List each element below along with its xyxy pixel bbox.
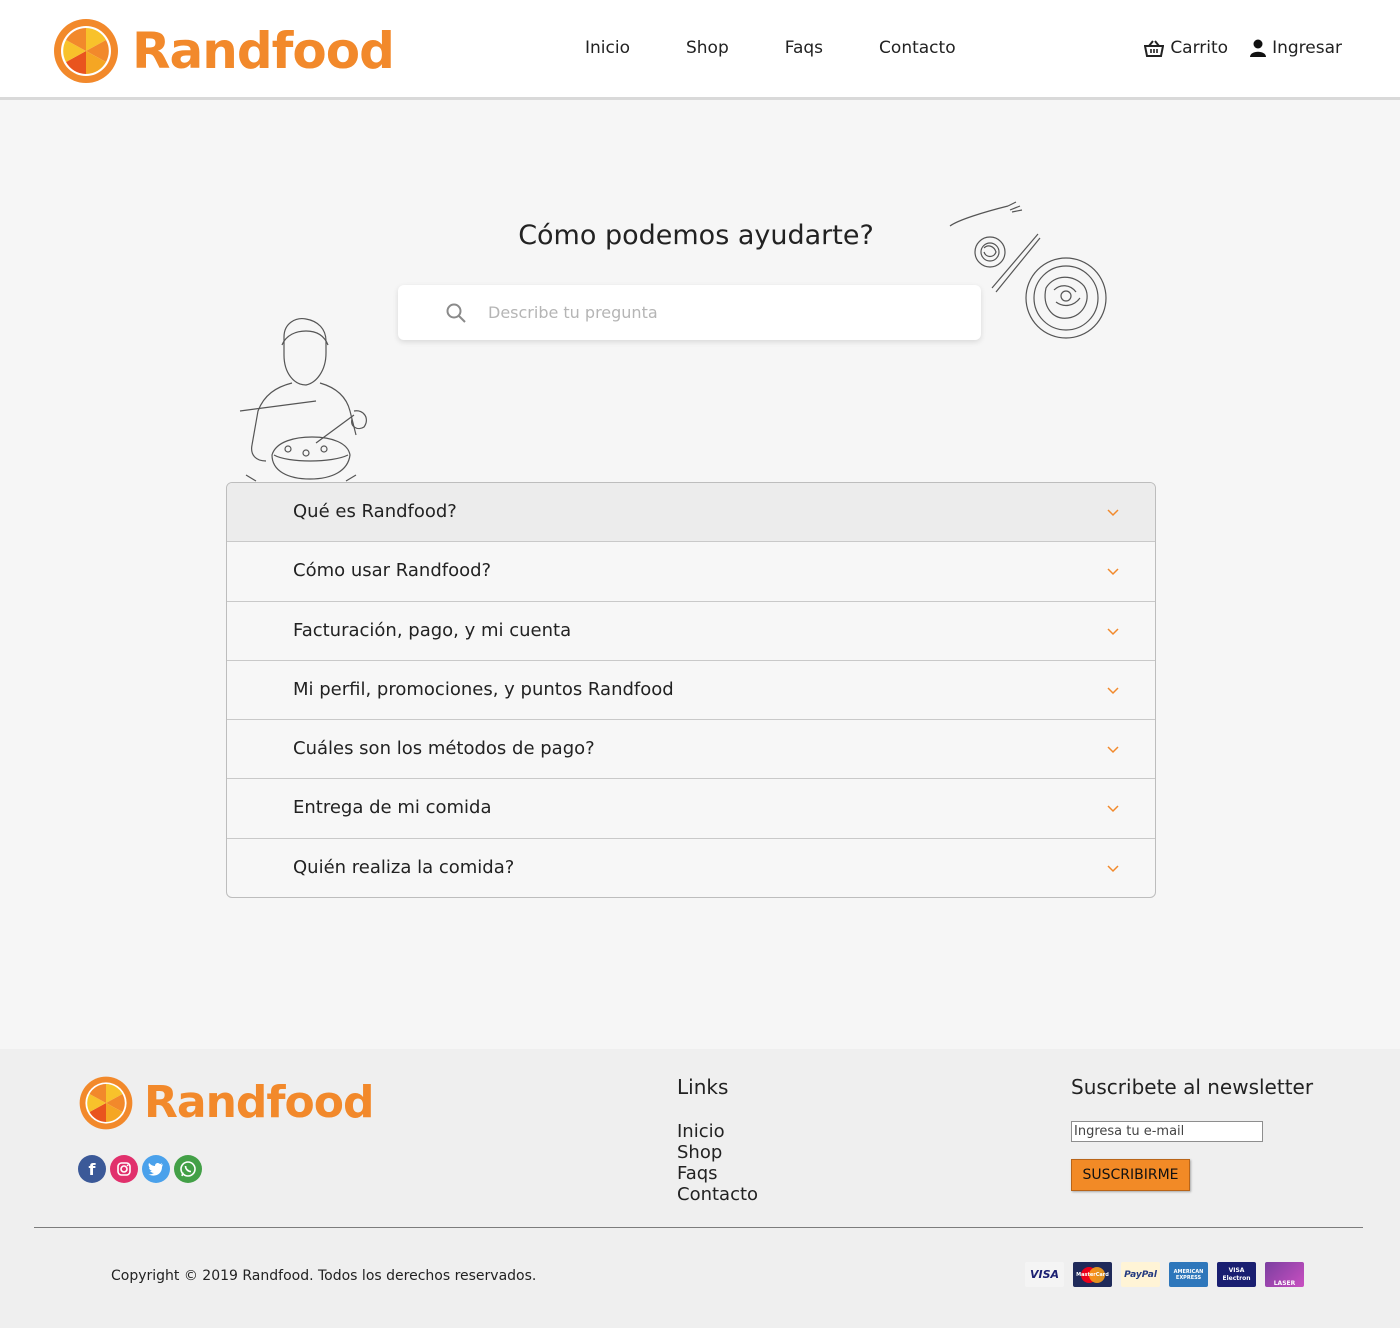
newsletter-email-input[interactable]: [1071, 1121, 1263, 1142]
nav-link-inicio[interactable]: Inicio: [585, 38, 630, 58]
faq-item-quien-realiza[interactable]: Quién realiza la comida?: [227, 839, 1155, 897]
faq-search-input[interactable]: [488, 303, 928, 322]
faq-item-metodos-pago[interactable]: Cuáles son los métodos de pago?: [227, 720, 1155, 780]
brand-name: Randfood: [132, 22, 395, 80]
footer-links: Inicio Shop Faqs Contacto: [677, 1121, 758, 1205]
social-links: f: [78, 1155, 206, 1183]
faq-item-que-es-randfood[interactable]: Qué es Randfood?: [227, 483, 1155, 543]
login-label: Ingresar: [1272, 38, 1342, 58]
faq-question: Entrega de mi comida: [293, 797, 492, 819]
footer-link-inicio[interactable]: Inicio: [677, 1121, 758, 1142]
site-header: Randfood Inicio Shop Faqs Contacto Carri…: [0, 0, 1400, 100]
orange-logo-icon: [79, 1076, 133, 1130]
subscribe-button[interactable]: SUSCRIBIRME: [1071, 1159, 1190, 1191]
orange-logo-icon: [54, 19, 118, 83]
chevron-down-icon: [1107, 628, 1119, 635]
facebook-icon[interactable]: f: [78, 1155, 106, 1183]
instagram-icon[interactable]: [110, 1155, 138, 1183]
footer-link-faqs[interactable]: Faqs: [677, 1163, 758, 1184]
header-actions: Carrito Ingresar: [1122, 38, 1342, 58]
nav-link-contacto[interactable]: Contacto: [879, 38, 956, 58]
site-footer: Randfood f Links Inicio Shop Faqs Contac…: [0, 1049, 1400, 1328]
whatsapp-icon[interactable]: [174, 1155, 202, 1183]
faq-search-box: [398, 285, 981, 340]
chevron-down-icon: [1107, 805, 1119, 813]
faq-item-como-usar[interactable]: Cómo usar Randfood?: [227, 542, 1155, 602]
faq-accordion: Qué es Randfood? Cómo usar Randfood? Fac…: [226, 482, 1156, 898]
faq-item-mi-perfil[interactable]: Mi perfil, promociones, y puntos Randfoo…: [227, 661, 1155, 721]
chef-illustration: [239, 318, 367, 482]
chevron-down-icon: [1107, 746, 1119, 754]
twitter-icon[interactable]: [142, 1155, 170, 1183]
footer-brand-name: Randfood: [144, 1077, 374, 1128]
faq-question: Cuáles son los métodos de pago?: [293, 738, 595, 760]
amex-icon: AMERICAN EXPRESS: [1169, 1262, 1208, 1287]
newsletter-title: Suscribete al newsletter: [1071, 1075, 1314, 1099]
chevron-down-icon: [1107, 865, 1119, 872]
footer-link-contacto[interactable]: Contacto: [677, 1184, 758, 1205]
faq-question: Qué es Randfood?: [293, 501, 457, 522]
mastercard-label: MasterCard: [1076, 1271, 1109, 1278]
chevron-down-icon: [1107, 568, 1119, 576]
faq-question: Cómo usar Randfood?: [293, 560, 492, 582]
header-logo[interactable]: Randfood: [52, 16, 395, 86]
cart-button[interactable]: Carrito: [1144, 38, 1228, 58]
chevron-down-icon: [1107, 509, 1119, 517]
basket-icon: [1144, 39, 1165, 57]
cart-label: Carrito: [1170, 38, 1229, 58]
nav-link-shop[interactable]: Shop: [686, 38, 729, 58]
main-nav: Inicio Shop Faqs Contacto: [585, 38, 1012, 58]
footer-divider: [34, 1227, 1363, 1228]
footer-link-shop[interactable]: Shop: [677, 1142, 758, 1163]
nav-link-faqs[interactable]: Faqs: [785, 38, 823, 58]
payment-methods: VISA MasterCard PayPal AMERICAN EXPRESS …: [1025, 1262, 1313, 1287]
footer-logo[interactable]: Randfood: [78, 1073, 374, 1133]
user-icon: [1250, 39, 1267, 57]
plate-cutlery-illustration: [949, 201, 1107, 339]
faq-item-entrega[interactable]: Entrega de mi comida: [227, 779, 1155, 839]
faq-question: Facturación, pago, y mi cuenta: [293, 619, 572, 641]
page-title: Cómo podemos ayudarte?: [518, 220, 874, 251]
footer-links-title: Links: [677, 1075, 729, 1099]
login-button[interactable]: Ingresar: [1250, 38, 1342, 58]
faq-question: Quién realiza la comida?: [293, 856, 515, 878]
laser-card-icon: LASER: [1265, 1262, 1304, 1287]
visa-electron-icon: VISA Electron: [1217, 1262, 1256, 1287]
chevron-down-icon: [1107, 687, 1119, 694]
faq-item-facturacion[interactable]: Facturación, pago, y mi cuenta: [227, 602, 1155, 661]
copyright-text: Copyright © 2019 Randfood. Todos los der…: [111, 1268, 537, 1284]
paypal-icon: PayPal: [1121, 1262, 1160, 1287]
mastercard-icon: MasterCard: [1073, 1262, 1112, 1287]
faq-question: Mi perfil, promociones, y puntos Randfoo…: [293, 678, 674, 700]
visa-card-icon: VISA: [1025, 1262, 1064, 1287]
search-icon: [446, 303, 466, 323]
